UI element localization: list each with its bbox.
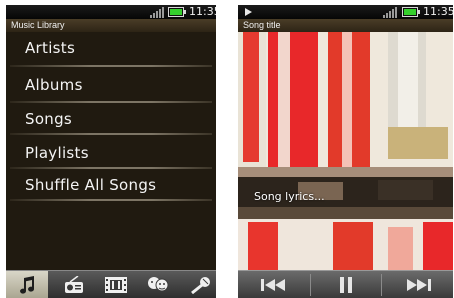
- play-indicator-icon: [245, 8, 252, 16]
- battery-icon: [168, 7, 186, 17]
- tab-bar: [6, 270, 216, 298]
- album-art-image: [238, 32, 453, 272]
- status-bar: 11:35: [6, 5, 216, 19]
- menu-item-artists[interactable]: Artists: [6, 32, 216, 64]
- menu-divider: [10, 199, 212, 201]
- menu-item-songs[interactable]: Songs: [6, 103, 216, 135]
- menu-divider: [10, 133, 212, 135]
- tab-video[interactable]: [95, 271, 137, 298]
- screen-title: Music Library: [6, 19, 216, 32]
- status-bar: 11:35: [238, 5, 453, 19]
- radio-icon: [65, 276, 83, 293]
- tab-karaoke[interactable]: [179, 271, 216, 298]
- pause-icon: [340, 277, 352, 293]
- signal-strength-icon: [150, 7, 164, 18]
- now-playing-screen: 11:35 Song title Song lyrics...: [238, 5, 453, 298]
- menu-item-playlists[interactable]: Playlists: [6, 137, 216, 169]
- album-art: [238, 32, 453, 272]
- microphone-icon: [191, 277, 210, 294]
- status-time: 11:35: [423, 5, 453, 18]
- music-library-screen: 11:35 Music Library Artists Albums Songs…: [6, 5, 216, 298]
- tab-radio[interactable]: [53, 271, 95, 298]
- previous-track-icon: [261, 279, 285, 291]
- tab-music[interactable]: [6, 271, 48, 298]
- status-time: 11:35: [189, 5, 216, 18]
- menu-item-shuffle-all-songs[interactable]: Shuffle All Songs: [6, 169, 216, 201]
- film-icon: [105, 277, 127, 293]
- menu-divider: [10, 65, 212, 67]
- pause-button[interactable]: [311, 271, 381, 298]
- previous-button[interactable]: [238, 271, 310, 298]
- battery-icon: [402, 7, 420, 17]
- next-button[interactable]: [382, 271, 453, 298]
- playback-controls: [238, 270, 453, 298]
- tab-community[interactable]: [137, 271, 179, 298]
- people-icon: [148, 277, 169, 292]
- song-lyrics: Song lyrics...: [254, 190, 325, 203]
- menu-item-albums[interactable]: Albums: [6, 69, 216, 101]
- music-note-icon: [20, 276, 35, 294]
- song-title: Song title: [238, 19, 453, 32]
- signal-strength-icon: [383, 7, 397, 18]
- next-track-icon: [406, 279, 431, 291]
